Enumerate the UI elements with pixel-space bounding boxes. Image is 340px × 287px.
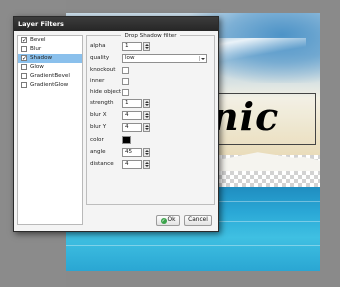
prop-row-distance: distance 4: [90, 160, 217, 169]
angle-stepper[interactable]: 45: [122, 148, 150, 157]
dialog-title[interactable]: Layer Filters: [14, 17, 218, 31]
filter-checkbox[interactable]: [21, 82, 27, 88]
arrow-down-icon[interactable]: [145, 116, 149, 118]
prop-row-blur-y: blur Y 4: [90, 123, 217, 132]
quality-select[interactable]: low: [122, 54, 207, 63]
panel-title: Drop Shadow filter: [87, 32, 214, 39]
filter-checkbox[interactable]: [21, 73, 27, 79]
prop-row-quality: quality low: [90, 54, 217, 63]
prop-row-knockout: knockout: [90, 66, 217, 75]
select-value: low: [125, 55, 135, 61]
prop-label: hide object: [90, 89, 122, 95]
stepper-arrows[interactable]: [143, 111, 150, 120]
stepper-arrows[interactable]: [143, 160, 150, 169]
stepper-value[interactable]: 4: [122, 160, 142, 169]
prop-label: color: [90, 137, 104, 143]
filter-item-bevel[interactable]: ✓ Bevel: [18, 36, 82, 45]
filter-item-glow[interactable]: Glow: [18, 63, 82, 72]
prop-row-inner: inner: [90, 77, 217, 86]
inner-checkbox[interactable]: [122, 78, 129, 85]
stepper-value[interactable]: 45: [122, 148, 142, 157]
stepper-value[interactable]: 4: [122, 111, 142, 120]
arrow-down-icon[interactable]: [145, 165, 149, 167]
ok-button-label: Ok: [167, 217, 176, 223]
filter-item-label: Glow: [30, 64, 44, 70]
panel-title-text: Drop Shadow filter: [121, 33, 180, 39]
strength-stepper[interactable]: 1: [122, 99, 150, 108]
alpha-stepper[interactable]: 1: [122, 42, 150, 51]
arrow-down-icon[interactable]: [145, 47, 149, 49]
distance-stepper[interactable]: 4: [122, 160, 150, 169]
filter-item-gradientbevel[interactable]: GradientBevel: [18, 72, 82, 81]
arrow-up-icon[interactable]: [145, 162, 149, 164]
arrow-up-icon[interactable]: [145, 101, 149, 103]
filter-item-gradientglow[interactable]: GradientGlow: [18, 81, 82, 90]
stepper-arrows[interactable]: [143, 99, 150, 108]
prop-row-alpha: alpha 1: [90, 42, 217, 51]
arrow-up-icon[interactable]: [145, 150, 149, 152]
stepper-value[interactable]: 1: [122, 42, 142, 51]
arrow-down-icon[interactable]: [145, 104, 149, 106]
arrow-up-icon[interactable]: [145, 125, 149, 127]
color-swatch[interactable]: [122, 136, 131, 144]
prop-label: quality: [90, 55, 110, 61]
stepper-arrows[interactable]: [143, 148, 150, 157]
prop-row-hide-object: hide object: [90, 88, 217, 97]
sea-ripple: [66, 245, 320, 246]
blur-x-stepper[interactable]: 4: [122, 111, 150, 120]
filter-checkbox[interactable]: [21, 46, 27, 52]
filter-properties-panel: Drop Shadow filter alpha 1 quality low k…: [86, 32, 217, 205]
stepper-arrows[interactable]: [143, 42, 150, 51]
logo-text-layer[interactable]: nic: [211, 97, 279, 137]
arrow-down-icon[interactable]: [145, 128, 149, 130]
hide-object-checkbox[interactable]: [122, 89, 129, 96]
check-icon: ✓: [160, 218, 167, 224]
prop-row-strength: strength 1: [90, 99, 217, 108]
prop-row-blur-x: blur X 4: [90, 111, 217, 120]
knockout-checkbox[interactable]: [122, 67, 129, 74]
filter-checkbox[interactable]: ✓: [21, 55, 27, 62]
filter-list: ✓ Bevel Blur ✓ Shadow Glow GradientBevel…: [17, 35, 83, 225]
prop-label: blur X: [90, 112, 107, 118]
filter-item-label: GradientGlow: [30, 82, 69, 88]
filter-checkbox[interactable]: [21, 64, 27, 70]
blur-y-stepper[interactable]: 4: [122, 123, 150, 132]
arrow-up-icon[interactable]: [145, 44, 149, 46]
filter-item-shadow[interactable]: ✓ Shadow: [18, 54, 82, 63]
prop-label: angle: [90, 149, 106, 155]
filter-item-label: Shadow: [30, 55, 53, 61]
arrow-down-icon[interactable]: [145, 153, 149, 155]
filter-item-label: GradientBevel: [30, 73, 70, 79]
prop-label: knockout: [90, 67, 116, 73]
filter-checkbox[interactable]: ✓: [21, 37, 27, 44]
prop-label: strength: [90, 100, 114, 106]
cancel-button-label: Cancel: [188, 217, 208, 223]
stepper-value[interactable]: 1: [122, 99, 142, 108]
stepper-arrows[interactable]: [143, 123, 150, 132]
layer-filters-dialog: Layer Filters ✓ Bevel Blur ✓ Shadow Glow…: [13, 16, 219, 232]
prop-label: inner: [90, 78, 105, 84]
prop-label: blur Y: [90, 124, 107, 130]
arrow-up-icon[interactable]: [145, 113, 149, 115]
filter-item-blur[interactable]: Blur: [18, 45, 82, 54]
chevron-down-icon[interactable]: [199, 56, 205, 61]
prop-row-color: color: [90, 136, 217, 145]
cancel-button[interactable]: Cancel: [184, 215, 212, 226]
prop-label: distance: [90, 161, 114, 167]
ok-button[interactable]: ✓ Ok: [156, 215, 180, 226]
filter-item-label: Bevel: [30, 37, 46, 43]
filter-item-label: Blur: [30, 46, 42, 52]
stepper-value[interactable]: 4: [122, 123, 142, 132]
prop-row-angle: angle 45: [90, 148, 217, 157]
prop-label: alpha: [90, 43, 106, 49]
